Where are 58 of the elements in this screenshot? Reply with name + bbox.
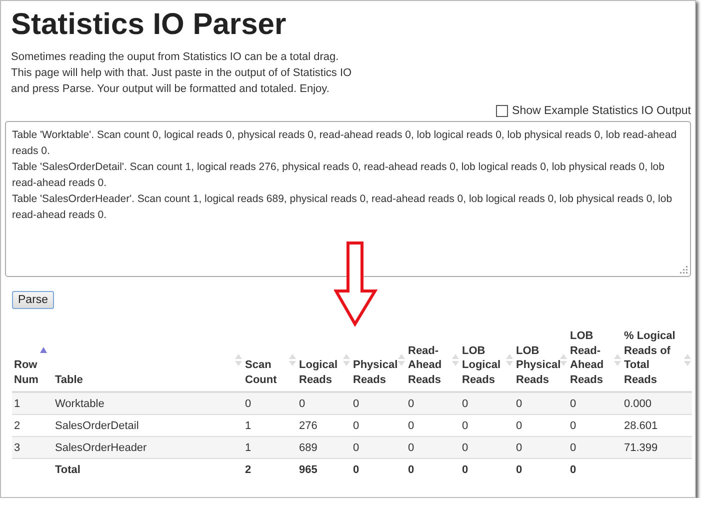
table-cell: 0	[406, 436, 460, 458]
table-cell: 689	[297, 436, 351, 458]
total-cell: 2	[243, 458, 297, 480]
table-cell: 0	[243, 392, 297, 414]
table-cell: 2	[12, 414, 53, 436]
down-arrow-icon	[334, 241, 378, 327]
table-cell: 0	[568, 392, 622, 414]
table-cell: Worktable	[53, 392, 243, 414]
table-cell: 1	[243, 436, 297, 458]
table-cell: 28.601	[622, 414, 692, 436]
table-cell: 0	[406, 392, 460, 414]
total-cell: 965	[297, 458, 351, 480]
intro-text: and press Parse. Your output will be formatted and totaled. Enjoy.	[11, 82, 330, 97]
sort-icon[interactable]	[343, 354, 350, 366]
table-cell: 276	[297, 414, 351, 436]
parse-button[interactable]: Parse	[12, 291, 54, 309]
table-cell: 0	[568, 436, 622, 458]
table-cell: 71.399	[622, 436, 692, 458]
table-cell: 0	[514, 414, 568, 436]
sort-icon[interactable]	[506, 354, 513, 366]
intro-text: Sometimes reading the ouput from Statistics IO can be a total drag.	[11, 50, 340, 65]
table-cell: 0	[351, 392, 406, 414]
table-cell: 0	[514, 392, 568, 414]
intro-text: This page will help with that. Just paste in the output of of Statistics IO	[11, 66, 353, 81]
sort-icon[interactable]	[614, 354, 621, 366]
table-cell: 1	[12, 392, 53, 414]
table-cell: SalesOrderDetail	[53, 414, 243, 436]
table-cell: 0	[351, 436, 406, 458]
total-label: Total	[53, 458, 243, 480]
example-checkbox[interactable]	[496, 105, 508, 117]
total-cell: 0	[351, 458, 406, 480]
sort-icon[interactable]	[289, 354, 296, 366]
sort-icon[interactable]	[452, 354, 459, 366]
table-cell: 0	[406, 414, 460, 436]
total-cell: 0	[514, 458, 568, 480]
table-cell: 0	[568, 414, 622, 436]
table-cell: 0.000	[622, 392, 692, 414]
page-title: Statistics IO Parser	[11, 7, 288, 43]
sort-icon[interactable]	[684, 354, 691, 366]
table-cell: 0	[351, 414, 406, 436]
total-cell: 0	[568, 458, 622, 480]
total-cell: 0	[406, 458, 460, 480]
resize-grip-icon[interactable]	[680, 266, 688, 274]
table-cell: SalesOrderHeader	[53, 436, 243, 458]
table-cell: 1	[243, 414, 297, 436]
sort-icon[interactable]	[235, 354, 242, 366]
sort-icon[interactable]	[398, 354, 405, 366]
statistics-input-field[interactable]: Table 'Worktable'. Scan count 0, logical reads 0, physical reads 0, read-ahead reads 0, lob logical reads 0, lob physical reads 0, lob read-ahead reads 0. Table 'SalesOrderDetail'. Scan count 1, logical reads 276, physical reads 0, read-ahead reads 0, lob logical reads 0, lob physical reads 0, lob read-ahead reads 0. Table 'SalesOrderHeader'. Scan count 1, logical reads 689, physical reads 0, read-ahead reads 0, lob logical reads 0, lob physical reads 0, lob read-ahead reads 0.	[5, 121, 691, 277]
sort-ascending-icon[interactable]	[40, 347, 47, 353]
sort-icon[interactable]	[560, 354, 567, 366]
total-cell: 0	[460, 458, 514, 480]
table-cell: 0	[514, 436, 568, 458]
table-cell: 0	[460, 414, 514, 436]
table-cell: 0	[460, 392, 514, 414]
table-cell: 0	[297, 392, 351, 414]
table-cell: 3	[12, 436, 53, 458]
table-cell: 0	[460, 436, 514, 458]
example-checkbox-label: Show Example Statistics IO Output	[512, 105, 691, 117]
